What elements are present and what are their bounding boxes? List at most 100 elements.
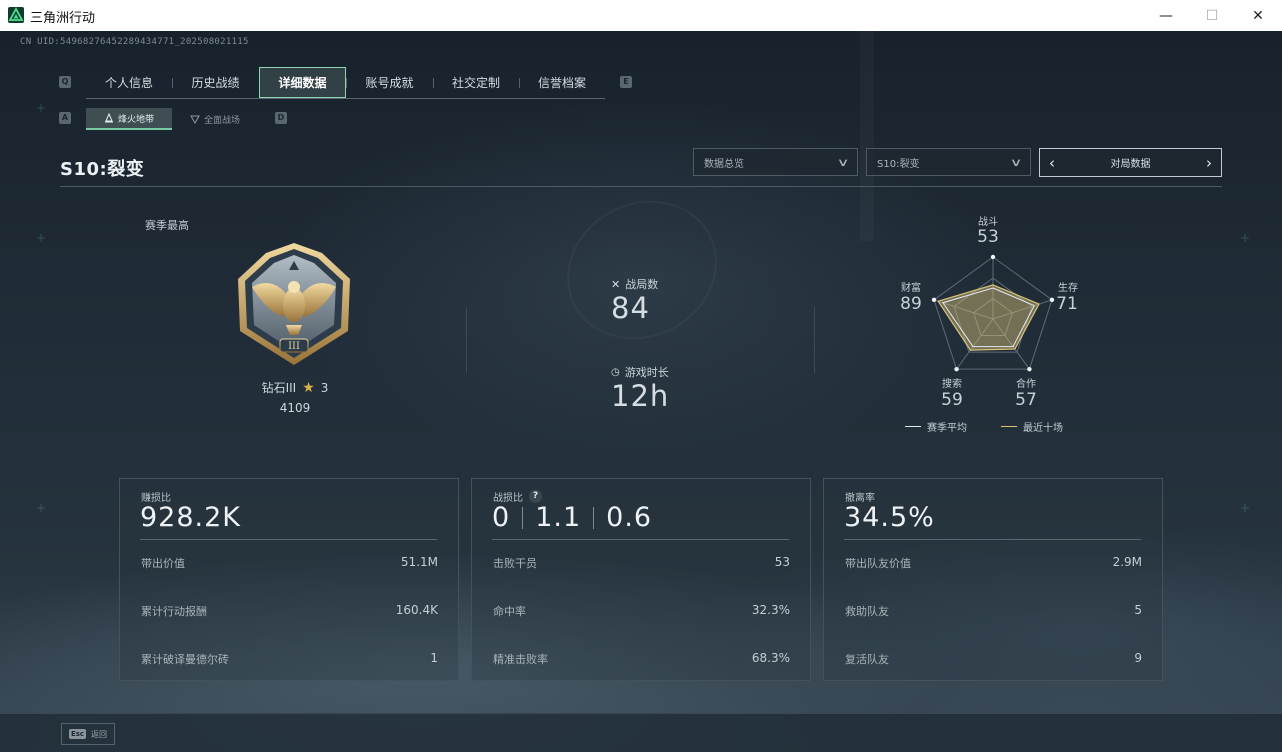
divider — [60, 186, 1222, 187]
radar-axis-value: 59 — [941, 390, 963, 410]
kd-values: 0 1.1 0.6 — [492, 502, 652, 533]
overview-dropdown[interactable]: 数据总览 ∨ — [693, 148, 858, 176]
window-titlebar: 三角洲行动 — ☐ ✕ — [0, 0, 1282, 32]
kd-value: 0 — [492, 502, 511, 533]
minimize-button[interactable]: — — [1143, 0, 1189, 31]
tab-label: 信誉档案 — [537, 76, 586, 90]
stopwatch-icon: ◷ — [611, 366, 620, 378]
maximize-icon: ☐ — [1205, 7, 1219, 24]
radar-vertex-dot — [1027, 366, 1032, 372]
divider — [492, 539, 789, 540]
rank-badge-icon: III — [238, 243, 350, 365]
mode-tab-warfare[interactable]: 全面战场 — [172, 108, 258, 130]
row-label: 击败干员 — [493, 557, 537, 570]
mode-label: 全面战场 — [203, 115, 240, 126]
matches-value: 84 — [611, 291, 650, 325]
mode-next-key-d[interactable]: D — [275, 112, 287, 124]
divider — [814, 307, 815, 373]
legend-season-average: 赛季平均 — [905, 419, 967, 434]
matches-label: 战局数 — [625, 278, 659, 291]
tab-label: 详细数据 — [278, 76, 327, 90]
chevron-right-icon[interactable]: › — [1197, 154, 1221, 172]
tab-next-key-e[interactable]: E — [620, 76, 632, 88]
row-label: 复活队友 — [845, 653, 889, 666]
stat-row: 带出队友价值 2.9M — [845, 555, 1142, 571]
tab-reputation[interactable]: 信誉档案 — [519, 67, 605, 98]
playtime-label-row: ◷ 游戏时长 — [611, 364, 669, 380]
season-dropdown[interactable]: S10:裂变 ∨ — [866, 148, 1031, 176]
row-value: 51.1M — [400, 555, 438, 569]
divider — [522, 506, 524, 529]
radar-axis-label: 合作 — [1016, 379, 1036, 390]
row-value: 1 — [430, 651, 438, 665]
row-value: 160.4K — [395, 603, 438, 617]
radar-axis-label: 生存 — [1058, 283, 1078, 294]
dropdown-value: 数据总览 — [704, 158, 744, 170]
tab-social[interactable]: 社交定制 — [433, 67, 519, 98]
divider — [140, 539, 437, 540]
legend-label: 最近十场 — [1023, 423, 1063, 434]
footer-bar: Esc 返回 — [0, 713, 1282, 752]
rank-stars: 3 — [320, 380, 329, 395]
radar-axis-value: 53 — [977, 227, 999, 247]
close-button[interactable]: ✕ — [1235, 0, 1281, 31]
radar-axis-label: 战斗 — [978, 217, 998, 228]
tab-prev-key-q[interactable]: Q — [59, 76, 71, 88]
crossed-swords-icon: ✕ — [611, 277, 621, 291]
decor-plus-icon: + — [36, 101, 47, 115]
radar-axis-label: 财富 — [901, 283, 921, 294]
chevron-down-icon: ∨ — [836, 155, 850, 169]
mode-label: 烽火地带 — [117, 114, 154, 125]
row-value: 5 — [1134, 603, 1142, 617]
stat-row: 救助队友 5 — [845, 603, 1142, 619]
minimize-icon: — — [1159, 7, 1173, 24]
mode-tabs: 烽火地带 全面战场 — [86, 108, 258, 130]
stepper-value: 对局数据 — [1110, 159, 1151, 170]
decor-plus-icon: + — [36, 501, 47, 515]
row-label: 累计行动报酬 — [141, 605, 207, 618]
ability-radar-chart: 战斗 53 生存 71 合作 57 搜索 59 财富 89 — [895, 213, 1095, 443]
legend-label: 赛季平均 — [927, 423, 967, 434]
close-icon: ✕ — [1252, 7, 1264, 24]
dropdown-value: S10:裂变 — [877, 158, 920, 170]
divider — [593, 506, 595, 529]
fire-zone-icon — [104, 113, 113, 123]
extract-card: 撤离率 34.5% 带出队友价值 2.9M 救助队友 5 复活队友 9 — [823, 478, 1163, 681]
stat-row: 带出价值 51.1M — [141, 555, 438, 571]
stat-row: 击败干员 53 — [493, 555, 790, 571]
back-button[interactable]: Esc 返回 — [61, 723, 115, 745]
mode-prev-key-a[interactable]: A — [59, 112, 71, 124]
tab-achievements[interactable]: 账号成就 — [346, 67, 433, 98]
radar-axis-value: 71 — [1056, 294, 1078, 314]
background-decoration — [860, 31, 874, 241]
stat-row: 精准击败率 68.3% — [493, 651, 790, 667]
stat-row: 累计行动报酬 160.4K — [141, 603, 438, 619]
kd-value: 1.1 — [535, 502, 582, 533]
radar-axis-label: 搜索 — [942, 379, 962, 390]
background-decoration — [542, 174, 742, 366]
back-label: 返回 — [91, 729, 108, 739]
row-label: 精准击败率 — [493, 653, 548, 666]
season-best-label: 赛季最高 — [145, 219, 189, 232]
season-title: S10:裂变 — [60, 159, 145, 180]
tab-personal-info[interactable]: 个人信息 — [86, 67, 172, 98]
row-label: 累计破译曼德尔砖 — [141, 653, 229, 666]
tab-detailed-data[interactable]: 详细数据 — [259, 67, 346, 98]
star-icon: ★ — [302, 379, 315, 396]
kd-value: 0.6 — [606, 502, 653, 533]
radar-vertex-dot — [990, 254, 996, 260]
mode-tab-haz-zone[interactable]: 烽火地带 — [86, 108, 172, 130]
chevron-down-icon: ∨ — [1009, 155, 1023, 169]
maximize-button[interactable]: ☐ — [1189, 0, 1235, 31]
row-label: 命中率 — [493, 605, 526, 618]
extract-value: 34.5% — [844, 502, 935, 533]
radar-plot — [931, 254, 1055, 372]
chevron-left-icon[interactable]: ‹ — [1040, 154, 1064, 172]
row-label: 带出队友价值 — [845, 557, 911, 570]
radar-axis-value: 57 — [1015, 390, 1037, 410]
tab-label: 社交定制 — [451, 76, 500, 90]
legend-swatch — [1001, 426, 1017, 427]
radar-vertex-dot — [954, 366, 959, 372]
esc-key-hint: Esc — [68, 729, 87, 739]
tab-history[interactable]: 历史战绩 — [172, 67, 259, 98]
